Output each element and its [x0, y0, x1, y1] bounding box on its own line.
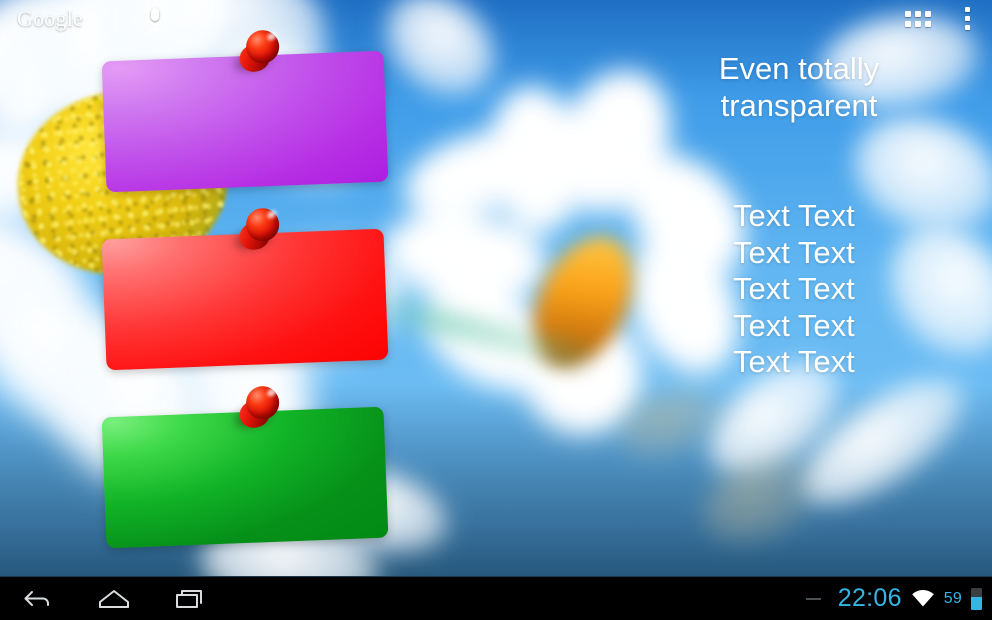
battery-icon[interactable] — [971, 587, 982, 610]
note-card[interactable] — [101, 228, 389, 371]
android-home-screen: Google Even totally transparent Text Tex… — [0, 0, 992, 620]
note-text[interactable] — [114, 239, 376, 360]
microphone-icon[interactable] — [145, 7, 165, 31]
top-bar-actions — [905, 5, 992, 32]
back-arrow-icon[interactable] — [14, 582, 62, 616]
petal — [864, 202, 992, 380]
wifi-icon[interactable] — [911, 589, 935, 608]
search-divider — [115, 8, 117, 29]
note-widget-purple[interactable] — [101, 29, 389, 193]
top-status-bar: Google — [0, 0, 992, 37]
notification-dash-icon — [805, 597, 821, 600]
caption-line-2: transparent — [720, 88, 878, 123]
google-search-widget[interactable]: Google — [0, 0, 165, 37]
apps-grid-icon[interactable] — [905, 10, 931, 27]
recent-apps-icon[interactable] — [166, 582, 214, 616]
overflow-menu-icon[interactable] — [957, 5, 978, 32]
google-logo: Google — [17, 5, 83, 31]
note-text[interactable] — [114, 61, 376, 182]
caption-line-1: Even totally — [718, 51, 880, 86]
note-card[interactable] — [101, 50, 389, 193]
system-navigation-bar: 22:06 59 — [0, 576, 992, 620]
text-line: Text Text — [733, 344, 855, 379]
note-text[interactable] — [114, 417, 376, 538]
clock[interactable]: 22:06 — [838, 586, 902, 611]
text-list-widget[interactable]: Text Text Text Text Text Text Text Text … — [733, 198, 855, 381]
text-line: Text Text — [733, 307, 855, 343]
battery-percent-label: 59 — [943, 589, 962, 607]
status-icons: 22:06 59 — [805, 586, 992, 611]
transparent-note-widget[interactable]: Even totally transparent — [668, 50, 930, 124]
text-line: Text Text — [733, 198, 855, 233]
note-widget-green[interactable] — [101, 385, 389, 549]
note-widget-red[interactable] — [101, 207, 389, 371]
home-icon[interactable] — [90, 582, 138, 616]
text-line: Text Text — [733, 234, 855, 270]
text-line: Text Text — [733, 271, 855, 306]
navigation-buttons — [0, 582, 214, 616]
note-card[interactable] — [101, 406, 389, 549]
